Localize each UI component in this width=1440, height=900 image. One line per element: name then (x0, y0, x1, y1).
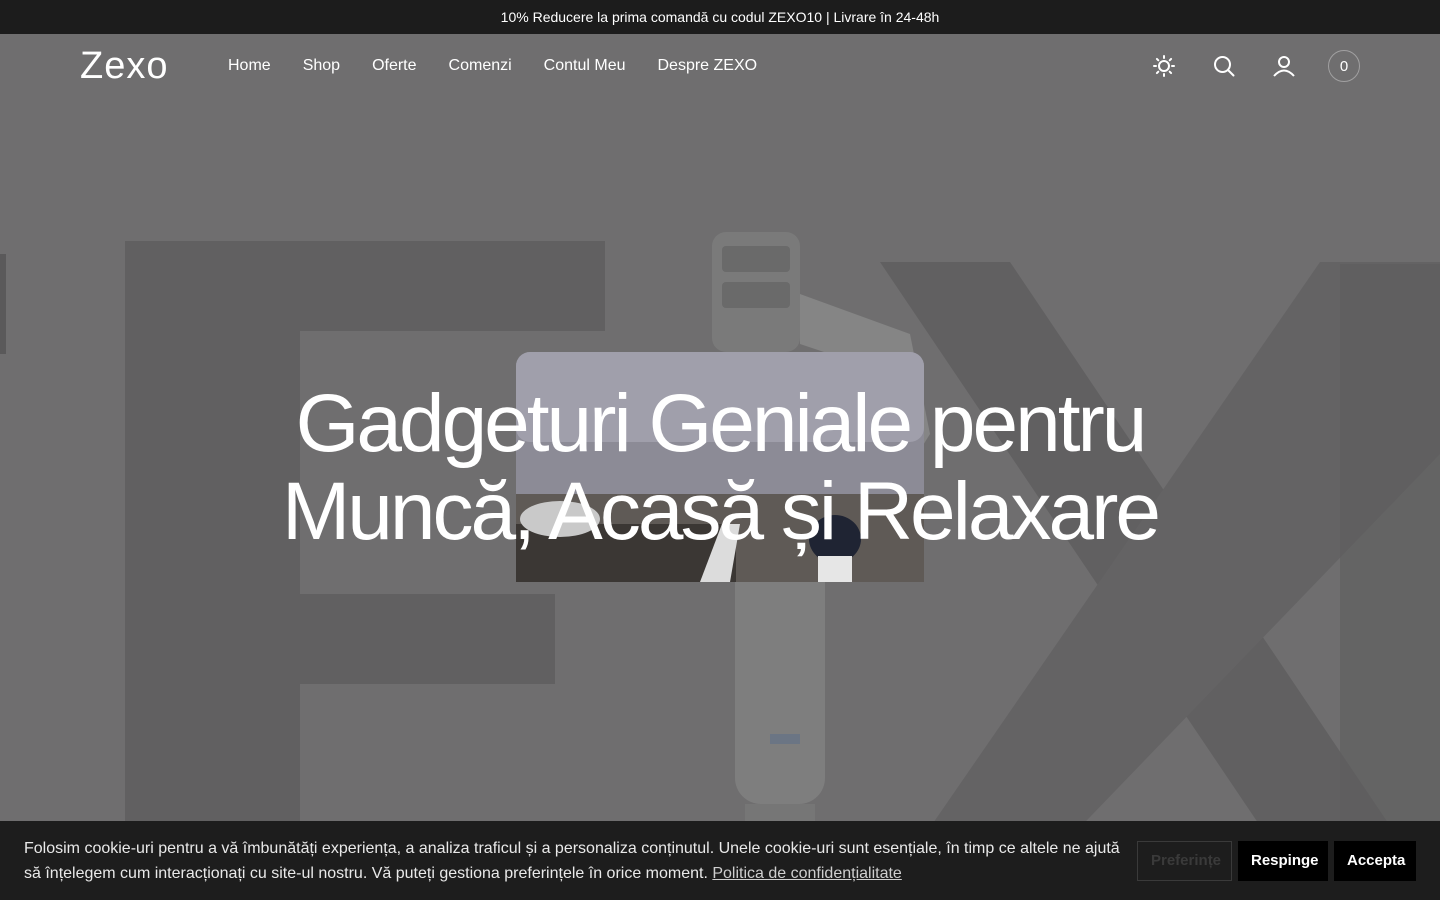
nav-oferte[interactable]: Oferte (372, 57, 416, 75)
nav-comenzi[interactable]: Comenzi (449, 57, 512, 75)
hero-title-line-1: Gadgeturi Geniale pentru (295, 378, 1148, 469)
cookie-buttons: Preferințe Respinge Accepta (1137, 840, 1416, 881)
account-button[interactable] (1268, 50, 1300, 82)
nav-home[interactable]: Home (228, 57, 271, 75)
hero-title: Gadgeturi Geniale pentru Muncă, Acasă și… (0, 380, 1440, 556)
accept-button[interactable]: Accepta (1334, 840, 1416, 881)
announcement-text: 10% Reducere la prima comandă cu codul Z… (500, 9, 940, 25)
announcement-bar: 10% Reducere la prima comandă cu codul Z… (0, 0, 1440, 34)
cookie-banner: Folosim cookie-uri pentru a vă îmbunătăț… (0, 821, 1440, 900)
hero-title-line-2: Muncă, Acasă și Relaxare (281, 466, 1161, 557)
theme-toggle-button[interactable] (1148, 50, 1180, 82)
site-header: Zexo Home Shop Oferte Comenzi Contul Meu… (0, 34, 1440, 98)
main-nav: Home Shop Oferte Comenzi Contul Meu Desp… (228, 57, 757, 75)
search-icon (1214, 56, 1235, 77)
brand-logo[interactable]: Zexo (80, 47, 228, 85)
sun-icon (1153, 55, 1175, 77)
search-button[interactable] (1208, 50, 1240, 82)
preferences-button[interactable]: Preferințe (1137, 840, 1232, 881)
cookie-text: Folosim cookie-uri pentru a vă îmbunătăț… (24, 836, 1134, 886)
nav-contul-meu[interactable]: Contul Meu (544, 57, 626, 75)
reject-button[interactable]: Respinge (1238, 840, 1328, 881)
user-icon (1273, 56, 1295, 77)
cookie-message: Folosim cookie-uri pentru a vă îmbunătăț… (24, 839, 1120, 882)
header-actions: 0 (1148, 50, 1360, 82)
privacy-policy-link[interactable]: Politica de confidențialitate (712, 865, 901, 882)
nav-shop[interactable]: Shop (303, 57, 340, 75)
nav-despre-zexo[interactable]: Despre ZEXO (658, 57, 758, 75)
cart-button[interactable]: 0 (1328, 50, 1360, 82)
